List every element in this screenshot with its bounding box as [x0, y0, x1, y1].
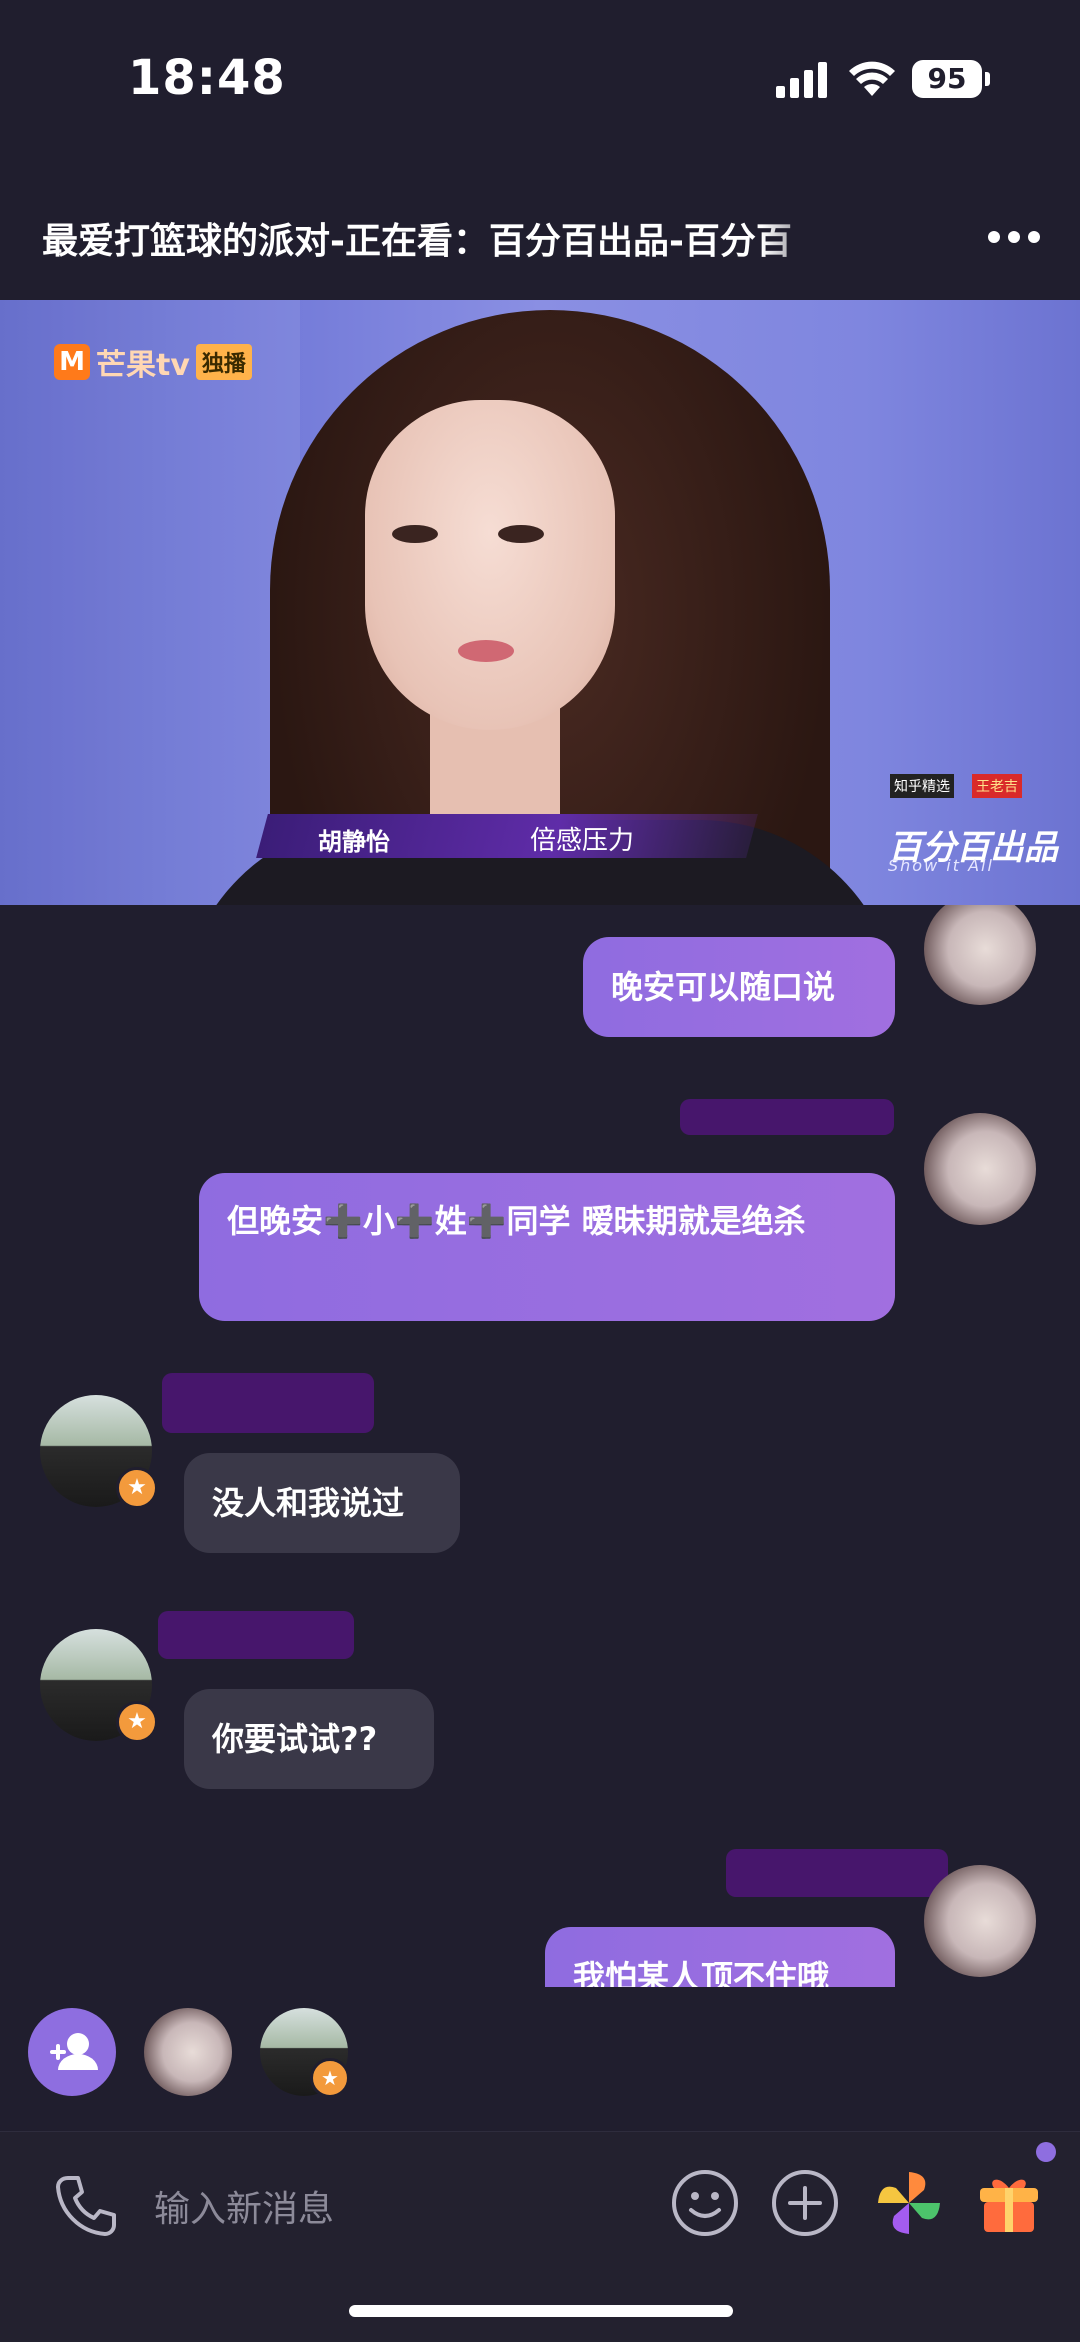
- cellular-signal-icon: [776, 62, 827, 98]
- sponsor-badge-2: 王老吉: [972, 774, 1022, 798]
- home-indicator: [349, 2305, 733, 2317]
- redacted-username: [162, 1373, 374, 1433]
- video-person-lips: [458, 640, 514, 662]
- wifi-icon: [849, 61, 895, 96]
- add-person-icon: [50, 2033, 98, 2070]
- star-badge-icon: ★: [116, 1701, 158, 1743]
- room-title: 最爱打篮球的派对-正在看：百分百出品-百分百: [42, 221, 792, 262]
- video-person-face: [365, 400, 615, 730]
- mgtv-logo-text: 芒果tv: [96, 348, 190, 383]
- notification-dot: [1036, 2142, 1056, 2162]
- gift-icon[interactable]: [976, 2170, 1042, 2236]
- mgtv-m-icon: M: [54, 344, 90, 380]
- emoji-icon[interactable]: [670, 2168, 740, 2238]
- video-person-eye-right: [498, 525, 544, 543]
- avatar-me[interactable]: [924, 1865, 1036, 1977]
- message-input[interactable]: 输入新消息: [154, 2180, 334, 2232]
- avatar-me[interactable]: [924, 1113, 1036, 1225]
- show-logo-subtitle: Show it All: [888, 856, 994, 875]
- chat-area[interactable]: 晚安可以随口说 但晚安➕小➕姓➕同学 暧昧期就是绝杀 ★ 没人和我说过 ★ 你要…: [0, 905, 1080, 1987]
- video-person-eye-left: [392, 525, 438, 543]
- message-bubble-other[interactable]: 你要试试??: [184, 1689, 434, 1789]
- mgtv-logo: M 芒果tv 独播: [54, 340, 252, 384]
- more-options-button[interactable]: [986, 222, 1042, 252]
- star-badge-icon: ★: [116, 1467, 158, 1509]
- sponsor-badge-1: 知乎精选: [890, 774, 954, 798]
- phone-icon[interactable]: [52, 2172, 120, 2240]
- message-bubble-me[interactable]: 晚安可以随口说: [583, 937, 895, 1037]
- avatar-me[interactable]: [924, 905, 1036, 1005]
- video-caption-name: 胡静怡: [318, 828, 390, 856]
- mgtv-exclusive-tag: 独播: [195, 344, 252, 380]
- redacted-username: [680, 1099, 894, 1135]
- plus-icon[interactable]: [770, 2168, 840, 2238]
- battery-tip: [985, 72, 990, 86]
- message-bubble-other[interactable]: 没人和我说过: [184, 1453, 460, 1553]
- star-badge-icon: ★: [310, 2058, 350, 2098]
- message-bubble-me[interactable]: 我怕某人顶不住哦: [545, 1927, 895, 1987]
- video-caption-text: 倍感压力: [530, 826, 635, 856]
- redacted-username: [726, 1849, 948, 1897]
- pinwheel-icon[interactable]: [874, 2168, 944, 2238]
- message-bubble-me[interactable]: 但晚安➕小➕姓➕同学 暧昧期就是绝杀: [199, 1173, 895, 1321]
- redacted-username: [158, 1611, 354, 1659]
- member-avatar[interactable]: [144, 2008, 232, 2096]
- battery-indicator: 95: [912, 60, 982, 98]
- status-time: 18:48: [128, 50, 286, 106]
- add-member-button[interactable]: [28, 2008, 116, 2096]
